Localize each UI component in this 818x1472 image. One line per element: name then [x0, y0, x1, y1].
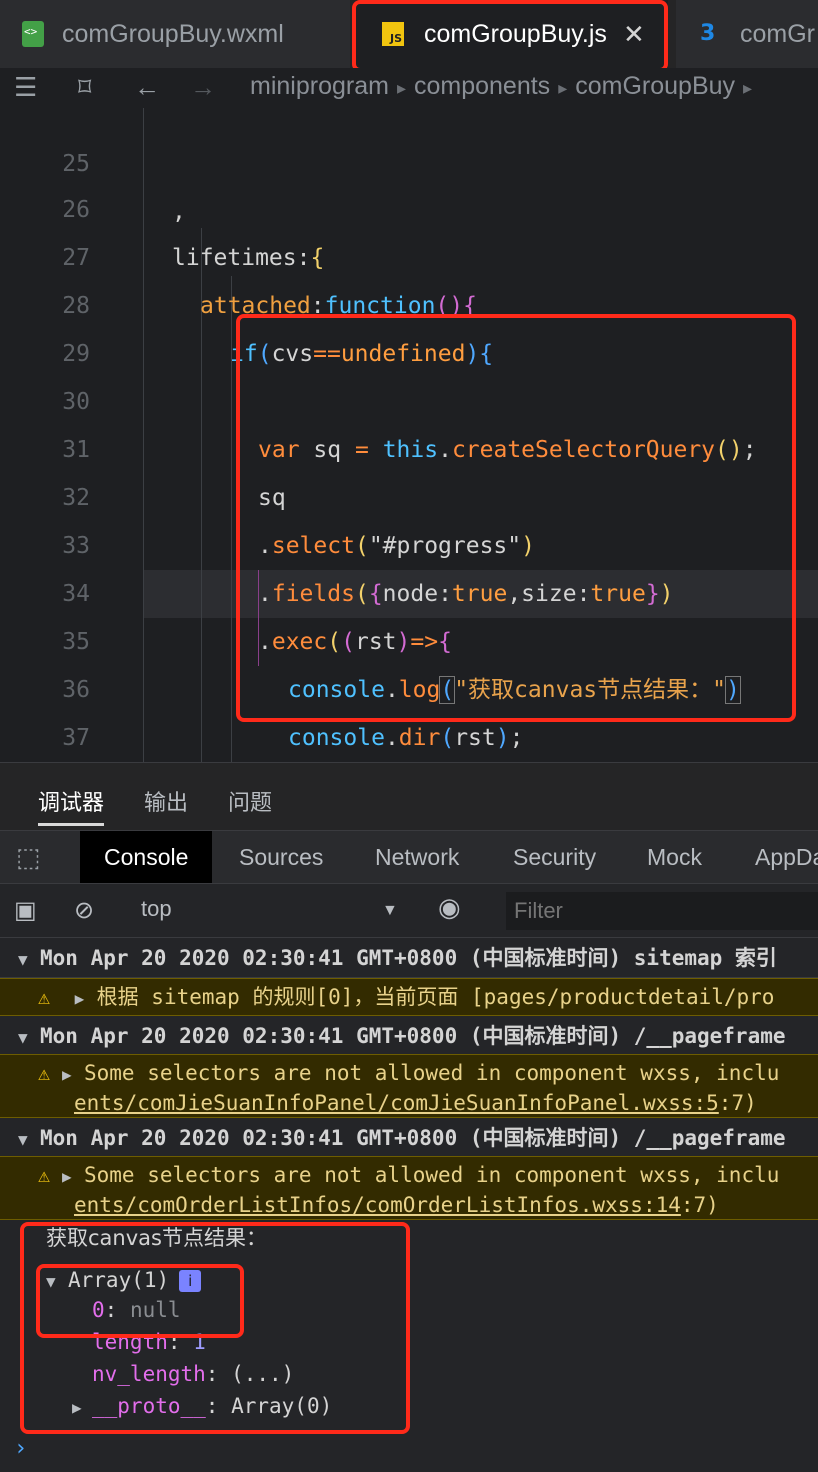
chevron-down-icon[interactable]: ▼: [382, 902, 398, 920]
console-group-header[interactable]: ▼ Mon Apr 20 2020 02:30:41 GMT+0800 (中国标准…: [0, 938, 818, 978]
tab-label: comGr: [740, 19, 815, 48]
sidebar-toggle-icon[interactable]: ▣: [14, 896, 37, 925]
triangle-right-icon[interactable]: ▶: [75, 981, 97, 1015]
console-warning: ⚠ ▶ Some selectors are not allowed in comp…: [0, 1156, 818, 1220]
console-toolbar: ▣ ⊘ top ▼ ◉: [0, 884, 818, 938]
eye-icon[interactable]: ◉: [438, 892, 461, 923]
code-line: 26 lifetimes:{: [0, 138, 818, 271]
code-line: 28 if(cvs==undefined){: [0, 234, 818, 367]
code-line: 37 });: [0, 666, 818, 751]
console-group-header[interactable]: ▼ Mon Apr 20 2020 02:30:41 GMT+0800 (中国标准…: [0, 1016, 818, 1056]
triangle-down-icon: ▼: [18, 1028, 28, 1047]
source-link[interactable]: ents/comOrderListInfos/comOrderListInfos…: [74, 1193, 681, 1217]
warning-icon: ⚠: [38, 1163, 51, 1187]
devtools-tab-bar: ⬚ Console Sources Network Security Mock …: [0, 830, 818, 884]
context-select[interactable]: top: [141, 896, 172, 922]
active-tab-indicator: [38, 823, 104, 826]
code-line: 31 sq: [0, 378, 818, 511]
console-output: ▼ Mon Apr 20 2020 02:30:41 GMT+0800 (中国标准…: [0, 938, 818, 1472]
triangle-down-icon: ▼: [46, 1272, 56, 1291]
tab-security[interactable]: Security: [513, 831, 596, 883]
tab-js-active[interactable]: JS comGroupBuy.js ✕: [356, 0, 668, 68]
tab-debugger[interactable]: 调试器: [38, 785, 104, 817]
editor-tab-bar: comGroupBuy.wxml JS comGroupBuy.js ✕ 3 c…: [0, 0, 818, 68]
close-icon[interactable]: ✕: [623, 19, 645, 50]
tab-output[interactable]: 输出: [144, 785, 188, 817]
console-warning: ⚠ ▶ 根据 sitemap 的规则[0]，当前页面 [pages/product…: [0, 978, 818, 1016]
tab-label: comGroupBuy.js: [424, 19, 607, 48]
array-entry[interactable]: ▶ __proto__: Array(0): [0, 1390, 818, 1422]
tab-css[interactable]: 3 comGr: [676, 0, 818, 68]
triangle-right-icon[interactable]: ▶: [62, 1163, 84, 1191]
breadcrumb-item[interactable]: comGroupBuy: [575, 72, 735, 100]
array-object-header[interactable]: ▼ Array(1) i: [0, 1264, 818, 1296]
chevron-right-icon: ▸: [558, 78, 568, 98]
code-editor[interactable]: 25 , 26 lifetimes:{ 27 attached:function…: [0, 108, 818, 762]
console-log-message: 获取canvas节点结果：: [46, 1226, 267, 1250]
console-group-header[interactable]: ▼ Mon Apr 20 2020 02:30:41 GMT+0800 (中国标准…: [0, 1118, 818, 1158]
chevron-right-icon: ▸: [743, 78, 753, 98]
tab-appdata[interactable]: AppDa: [755, 831, 818, 883]
code-line: 38: [0, 714, 818, 762]
code-line: 34 .exec((rst)=>{: [0, 522, 818, 655]
breadcrumb-item[interactable]: components: [414, 72, 550, 100]
warning-icon: ⚠: [38, 1061, 51, 1085]
source-link[interactable]: ents/comJieSuanInfoPanel/comJieSuanInfoP…: [74, 1091, 719, 1115]
debugger-tab-bar: 调试器 输出 问题: [0, 762, 818, 830]
array-entry[interactable]: nv_length: (...): [0, 1358, 818, 1390]
breadcrumb-item[interactable]: miniprogram: [250, 72, 389, 100]
js-file-icon: JS: [382, 22, 404, 46]
tab-network[interactable]: Network: [375, 831, 459, 883]
tab-label: comGroupBuy.wxml: [62, 19, 284, 48]
array-entry: length: 1: [92, 1330, 206, 1354]
list-icon[interactable]: ☰: [14, 72, 37, 103]
inspect-element-icon[interactable]: ⬚: [16, 831, 41, 883]
tab-console[interactable]: Console: [80, 831, 213, 883]
code-line: 35 console.log("获取canvas节点结果："): [0, 570, 818, 704]
css-file-icon: 3: [700, 21, 716, 46]
forward-arrow-icon[interactable]: →: [190, 72, 216, 103]
code-line: 27 attached:function(){: [0, 186, 818, 319]
code-line: 32 .select("#progress"): [0, 426, 818, 559]
code-line: 29: [0, 282, 818, 367]
console-warning: ⚠ ▶ Some selectors are not allowed in comp…: [0, 1054, 818, 1118]
tab-problems[interactable]: 问题: [228, 785, 272, 817]
wxml-file-icon: [22, 21, 44, 47]
chevron-right-icon: ▸: [396, 78, 406, 98]
triangle-down-icon: ▼: [18, 1130, 28, 1149]
filter-input[interactable]: [506, 892, 818, 930]
tab-wxml[interactable]: comGroupBuy.wxml: [0, 0, 350, 68]
breadcrumb-bar: ☰ ⌑ ← → miniprogram ▸ components ▸ comGroupB…: [0, 68, 818, 108]
tab-mock[interactable]: Mock: [647, 831, 702, 883]
bracket-guide: [258, 570, 259, 666]
triangle-right-icon: ▶: [72, 1398, 82, 1417]
triangle-right-icon[interactable]: ▶: [62, 1061, 84, 1089]
info-icon[interactable]: i: [179, 1270, 202, 1292]
clear-console-icon[interactable]: ⊘: [74, 896, 94, 925]
code-line: 25 ,: [0, 108, 818, 225]
bookmark-icon[interactable]: ⌑: [78, 72, 91, 103]
warning-icon: ⚠: [38, 985, 51, 1009]
code-line: 33 .fields({node:true,size:true}): [0, 474, 818, 607]
array-entry: 0: null: [92, 1298, 181, 1322]
console-prompt-icon[interactable]: ›: [14, 1436, 27, 1461]
code-line: 30 var sq = this.createSelectorQuery();: [0, 330, 818, 463]
triangle-down-icon: ▼: [18, 950, 28, 969]
code-line: 36 console.dir(rst);: [0, 618, 818, 751]
back-arrow-icon[interactable]: ←: [134, 72, 160, 103]
tab-sources[interactable]: Sources: [239, 831, 323, 883]
breadcrumb: miniprogram ▸ components ▸ comGroupBuy ▸: [250, 72, 760, 101]
